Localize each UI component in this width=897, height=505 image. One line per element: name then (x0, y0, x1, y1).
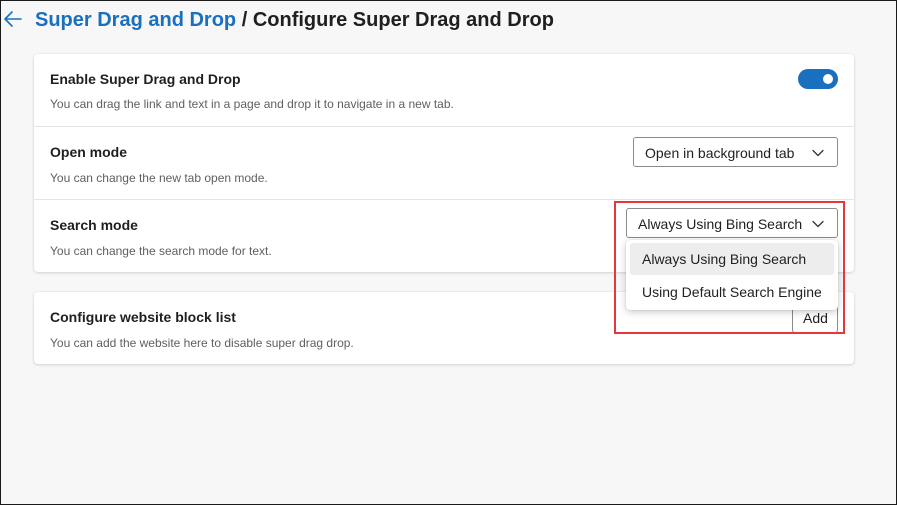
option-label: Using Default Search Engine (642, 284, 822, 300)
enable-description: You can drag the link and text in a page… (50, 97, 454, 111)
open-mode-selected-value: Open in background tab (645, 145, 795, 161)
search-mode-dropdown-menu: Always Using Bing Search Using Default S… (626, 240, 838, 310)
enable-toggle[interactable] (798, 69, 838, 89)
search-mode-selected-value: Always Using Bing Search (638, 216, 803, 232)
option-label: Always Using Bing Search (642, 251, 807, 267)
breadcrumb-separator: / (236, 9, 253, 31)
search-mode-description: You can change the search mode for text. (50, 244, 272, 258)
search-mode-option-default[interactable]: Using Default Search Engine (630, 276, 834, 308)
search-mode-title: Search mode (50, 217, 138, 233)
toggle-knob (823, 74, 833, 84)
chevron-down-icon (812, 149, 824, 157)
arrow-left-icon[interactable] (3, 10, 23, 28)
open-mode-row: Open mode You can change the new tab ope… (34, 127, 854, 200)
block-list-description: You can add the website here to disable … (50, 336, 354, 350)
open-mode-description: You can change the new tab open mode. (50, 171, 268, 185)
enable-row: Enable Super Drag and Drop You can drag … (34, 54, 854, 127)
breadcrumb: Super Drag and Drop / Configure Super Dr… (35, 9, 554, 32)
breadcrumb-parent-link[interactable]: Super Drag and Drop (35, 9, 236, 31)
chevron-down-icon (812, 220, 824, 228)
block-list-title: Configure website block list (50, 309, 236, 325)
search-mode-option-bing[interactable]: Always Using Bing Search (630, 243, 834, 275)
open-mode-title: Open mode (50, 144, 128, 160)
page-title: Configure Super Drag and Drop (252, 9, 554, 31)
add-button-label: Add (803, 310, 828, 326)
search-mode-select[interactable]: Always Using Bing Search (626, 208, 838, 238)
open-mode-select[interactable]: Open in background tab (633, 137, 838, 167)
enable-title: Enable Super Drag and Drop (50, 71, 241, 87)
